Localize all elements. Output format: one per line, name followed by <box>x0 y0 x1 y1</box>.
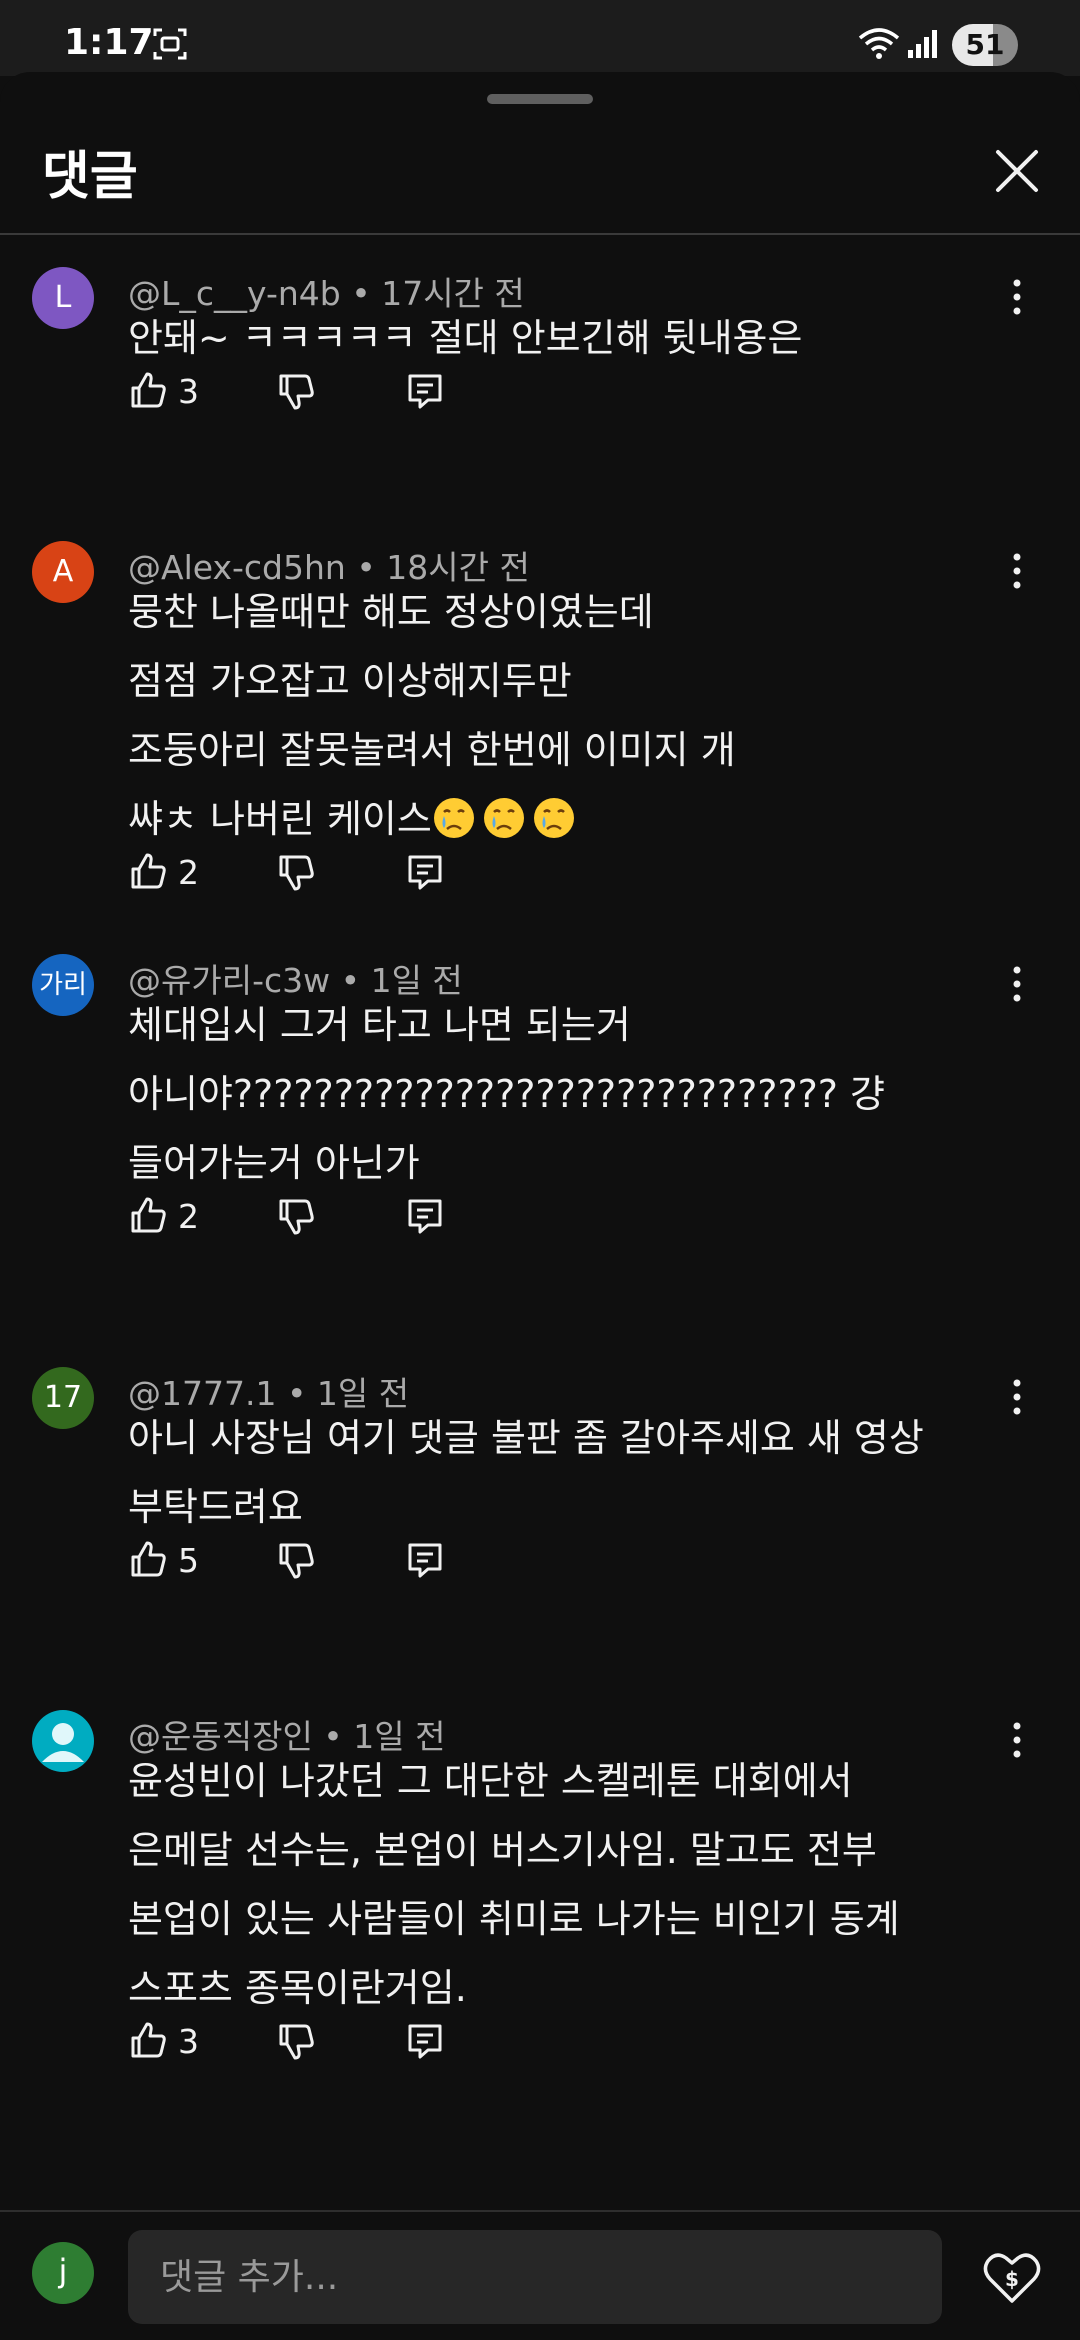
comment-item: 가리 @유가리-c3w • 1일 전 체대입시 그거 타고 나면 되는거 아니야… <box>0 922 1080 1335</box>
comment-line: 쌰ㅊ 나버린 케이스 <box>128 797 432 841</box>
comment-actions: 5 <box>128 1539 468 1589</box>
add-comment-input[interactable] <box>128 2230 942 2324</box>
comment-line: 안돼~ ㅋㅋㅋㅋㅋ 절대 안보긴해 뒷내용은 <box>128 316 803 360</box>
battery-indicator: 51 <box>952 24 1018 66</box>
comment-line: 들어가는거 아닌가 <box>128 1141 420 1185</box>
comment-line: 아니야?????????????????????????????? 걍 <box>128 1072 885 1116</box>
comment-actions: 2 <box>128 851 468 901</box>
thumbs-down-icon[interactable] <box>276 853 316 893</box>
my-avatar: j <box>32 2242 94 2304</box>
thumbs-down-icon[interactable] <box>276 372 316 412</box>
comment-line: 체대입시 그거 타고 나면 되는거 <box>128 1003 631 1047</box>
like-count: 3 <box>178 2022 199 2061</box>
comment-line: 아니 사장님 여기 댓글 불판 좀 갈아주세요 새 영상 <box>128 1416 924 1460</box>
super-thanks-heart-icon[interactable]: $ <box>982 2248 1042 2308</box>
default-user-icon <box>42 1723 84 1762</box>
comment-actions: 3 <box>128 370 468 420</box>
comment-line: 부탁드려요 <box>128 1485 303 1529</box>
reply-icon[interactable] <box>406 1197 444 1235</box>
sheet-title: 댓글 <box>42 147 138 207</box>
thumbs-up-icon[interactable] <box>128 370 168 410</box>
comment-actions: 3 <box>128 2020 468 2070</box>
wifi-icon <box>858 28 900 59</box>
avatar[interactable]: L <box>32 267 94 329</box>
thumbs-down-icon[interactable] <box>276 1541 316 1581</box>
svg-text:$: $ <box>1005 2267 1019 2291</box>
comment-list[interactable]: L @L_c__y-n4b • 17시간 전 안돼~ ㅋㅋㅋㅋㅋ 절대 안보긴해… <box>0 235 1080 2211</box>
like-count: 2 <box>178 853 199 892</box>
comment-line: 점점 가오잡고 이상해지두만 <box>128 659 572 703</box>
comment-item: L @L_c__y-n4b • 17시간 전 안돼~ ㅋㅋㅋㅋㅋ 절대 안보긴해… <box>0 235 1080 509</box>
more-vert-icon[interactable] <box>1000 1377 1034 1417</box>
comment-line: 윤성빈이 나갔던 그 대단한 스켈레톤 대회에서 <box>128 1759 853 1803</box>
comment-line: 본업이 있는 사람들이 취미로 나가는 비인기 동계 <box>128 1897 900 1941</box>
like-count: 3 <box>178 372 199 411</box>
like-count: 2 <box>178 1197 199 1236</box>
comment-item: 17 @1777.1 • 1일 전 아니 사장님 여기 댓글 불판 좀 갈아주세… <box>0 1335 1080 1678</box>
signal-icon <box>908 30 937 58</box>
thumbs-down-icon[interactable] <box>276 1197 316 1237</box>
reply-icon[interactable] <box>406 853 444 891</box>
comment-line: 뭉찬 나올때만 해도 정상이였는데 <box>128 590 654 634</box>
thumbs-down-icon[interactable] <box>276 2022 316 2062</box>
crying-face-icon <box>533 798 574 838</box>
status-bar: 1:17 51 <box>0 0 1080 76</box>
reply-icon[interactable] <box>406 372 444 410</box>
screen: 1:17 51 댓글 L @L_c__y-n4b • 17시간 전 안돼~ ㅋㅋ… <box>0 0 1080 2340</box>
comment-item: @운동직장인 • 1일 전 윤성빈이 나갔던 그 대단한 스켈레톤 대회에서 은… <box>0 1678 1080 2178</box>
comment-text: 체대입시 그거 타고 나면 되는거 아니야???????????????????… <box>128 991 988 1198</box>
thumbs-up-icon[interactable] <box>128 851 168 891</box>
avatar[interactable]: 17 <box>32 1367 94 1429</box>
thumbs-up-icon[interactable] <box>128 1195 168 1235</box>
crying-face-icon <box>483 798 524 838</box>
more-vert-icon[interactable] <box>1000 277 1034 317</box>
thumbs-up-icon[interactable] <box>128 2020 168 2060</box>
reply-icon[interactable] <box>406 2022 444 2060</box>
comment-text: 아니 사장님 여기 댓글 불판 좀 갈아주세요 새 영상 부탁드려요 <box>128 1404 988 1542</box>
crying-face-icon <box>433 798 474 838</box>
more-vert-icon[interactable] <box>1000 964 1034 1004</box>
avatar[interactable] <box>32 1710 94 1772</box>
drag-handle[interactable] <box>487 94 593 104</box>
comment-line: 스포츠 종목이란거임. <box>128 1966 467 2010</box>
reply-icon[interactable] <box>406 1541 444 1579</box>
avatar[interactable]: A <box>32 541 94 603</box>
comment-text: 윤성빈이 나갔던 그 대단한 스켈레톤 대회에서 은메달 선수는, 본업이 버스… <box>128 1747 988 2023</box>
thumbs-up-icon[interactable] <box>128 1539 168 1579</box>
more-vert-icon[interactable] <box>1000 1720 1034 1760</box>
comment-line: 조둥아리 잘못놀려서 한번에 이미지 개 <box>128 728 736 772</box>
comment-composer: j $ <box>0 2210 1080 2340</box>
comment-line-with-emoji: 쌰ㅊ 나버린 케이스 <box>128 785 988 854</box>
comment-text: 안돼~ ㅋㅋㅋㅋㅋ 절대 안보긴해 뒷내용은 <box>128 304 988 373</box>
screenshot-icon <box>153 28 187 60</box>
like-count: 5 <box>178 1541 199 1580</box>
comment-actions: 2 <box>128 1195 468 1245</box>
comment-line: 은메달 선수는, 본업이 버스기사임. 말고도 전부 <box>128 1828 877 1872</box>
comment-text: 뭉찬 나올때만 해도 정상이였는데 점점 가오잡고 이상해지두만 조둥아리 잘못… <box>128 578 988 854</box>
status-time: 1:17 <box>64 22 154 63</box>
avatar[interactable]: 가리 <box>32 954 94 1016</box>
comments-sheet: 댓글 L @L_c__y-n4b • 17시간 전 안돼~ ㅋㅋㅋㅋㅋ 절대 안… <box>0 72 1080 2340</box>
close-icon[interactable] <box>988 142 1046 200</box>
more-vert-icon[interactable] <box>1000 551 1034 591</box>
comment-item: A @Alex-cd5hn • 18시간 전 뭉찬 나올때만 해도 정상이였는데… <box>0 509 1080 922</box>
